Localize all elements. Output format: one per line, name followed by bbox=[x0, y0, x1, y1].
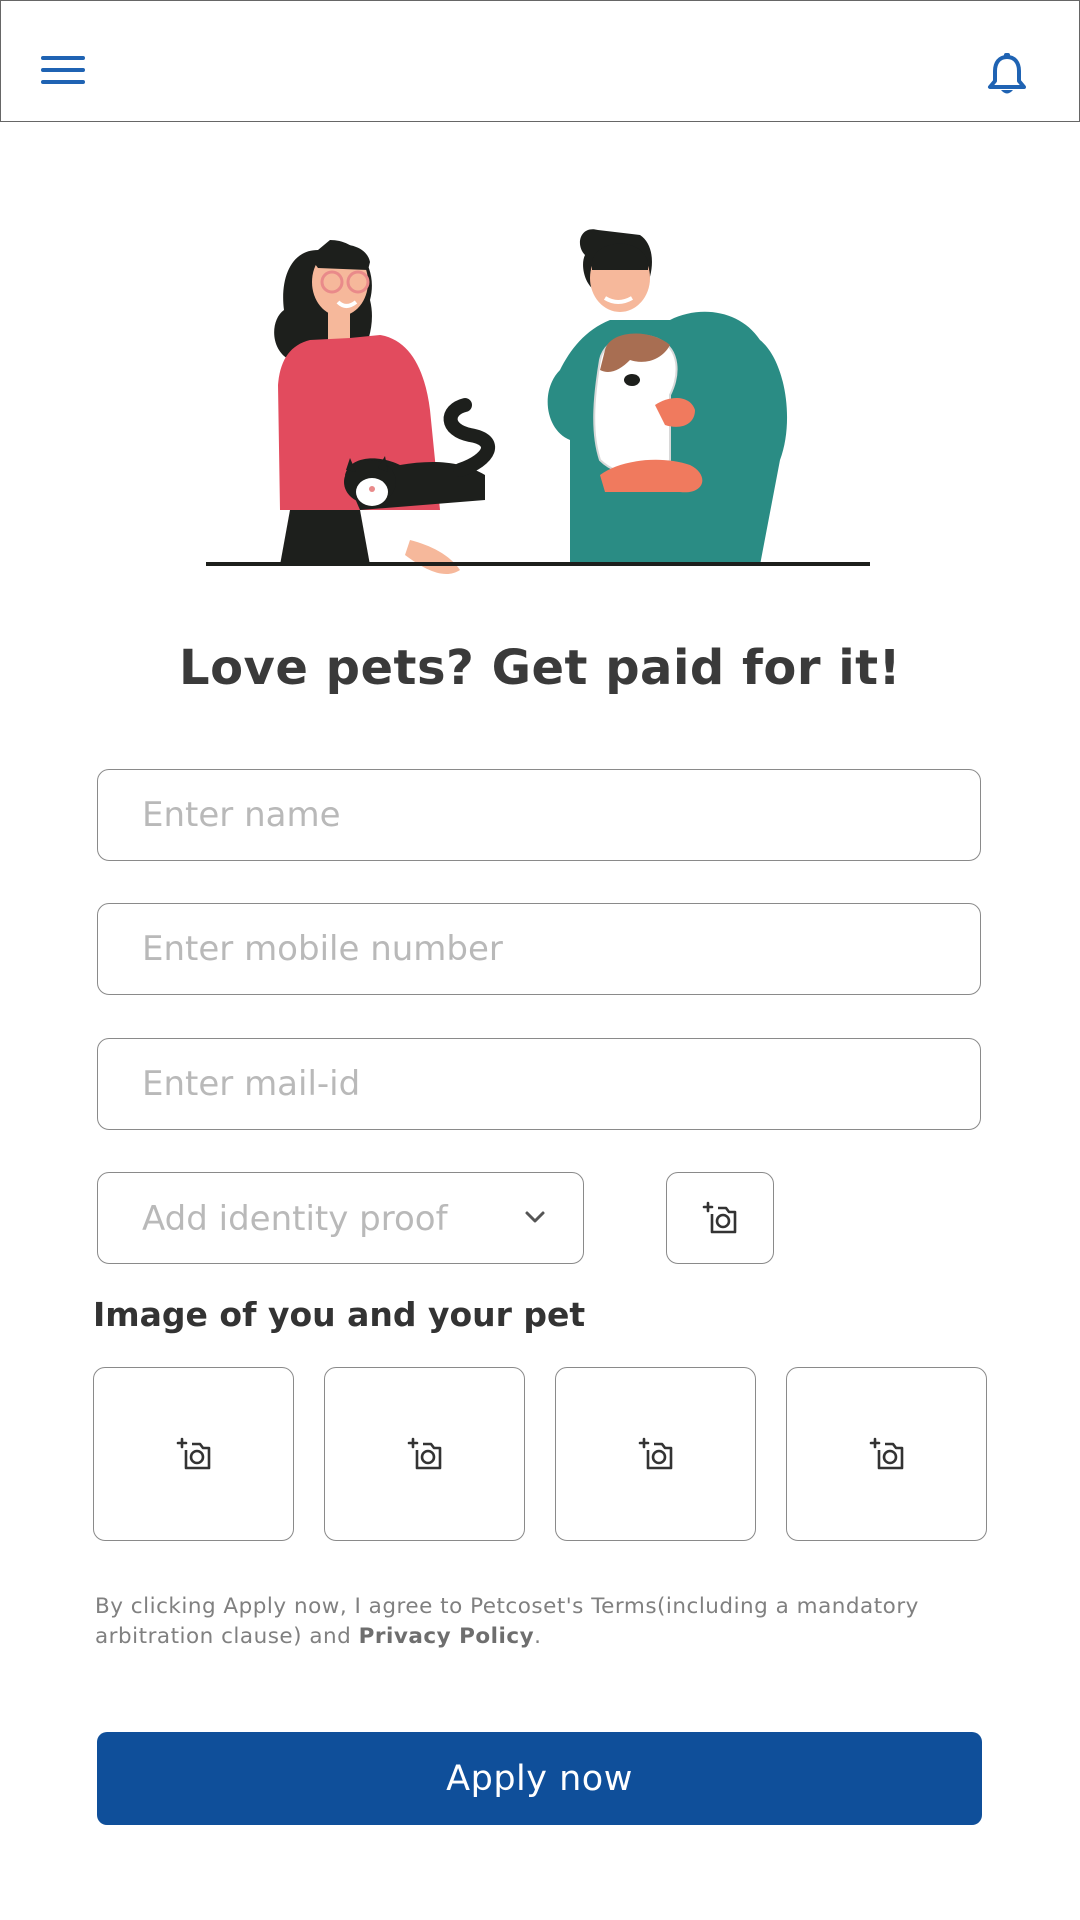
apply-now-label: Apply now bbox=[446, 1758, 633, 1799]
privacy-policy-link[interactable]: Privacy Policy bbox=[359, 1624, 535, 1649]
email-input[interactable] bbox=[98, 1039, 980, 1129]
pet-image-slot-1[interactable] bbox=[93, 1367, 294, 1541]
chevron-down-icon bbox=[525, 1211, 545, 1223]
identity-proof-select-value: Add identity proof bbox=[142, 1199, 448, 1239]
add-photo-icon bbox=[407, 1437, 441, 1470]
mobile-field[interactable] bbox=[97, 903, 981, 995]
add-photo-icon bbox=[638, 1437, 672, 1470]
name-field[interactable] bbox=[97, 769, 981, 861]
hamburger-menu-icon[interactable] bbox=[41, 56, 87, 86]
page-title: Love pets? Get paid for it! bbox=[178, 640, 901, 696]
top-app-bar bbox=[0, 0, 1080, 122]
name-input[interactable] bbox=[98, 770, 980, 860]
pet-image-slot-4[interactable] bbox=[786, 1367, 987, 1541]
terms-text-end: . bbox=[534, 1624, 542, 1649]
pet-image-slot-3[interactable] bbox=[555, 1367, 756, 1541]
hero-illustration bbox=[200, 210, 880, 600]
pet-images-heading: Image of you and your pet bbox=[93, 1295, 586, 1334]
pet-image-slot-2[interactable] bbox=[324, 1367, 525, 1541]
mobile-input[interactable] bbox=[98, 904, 980, 994]
identity-upload-button[interactable] bbox=[666, 1172, 774, 1264]
bell-icon[interactable] bbox=[987, 53, 1027, 97]
add-photo-icon bbox=[702, 1201, 737, 1234]
terms-text: By clicking Apply now, I agree to Petcos… bbox=[95, 1592, 1015, 1652]
identity-proof-select[interactable]: Add identity proof bbox=[97, 1172, 584, 1264]
email-field[interactable] bbox=[97, 1038, 981, 1130]
apply-now-button[interactable]: Apply now bbox=[97, 1732, 982, 1825]
add-photo-icon bbox=[176, 1437, 210, 1470]
add-photo-icon bbox=[869, 1437, 903, 1470]
